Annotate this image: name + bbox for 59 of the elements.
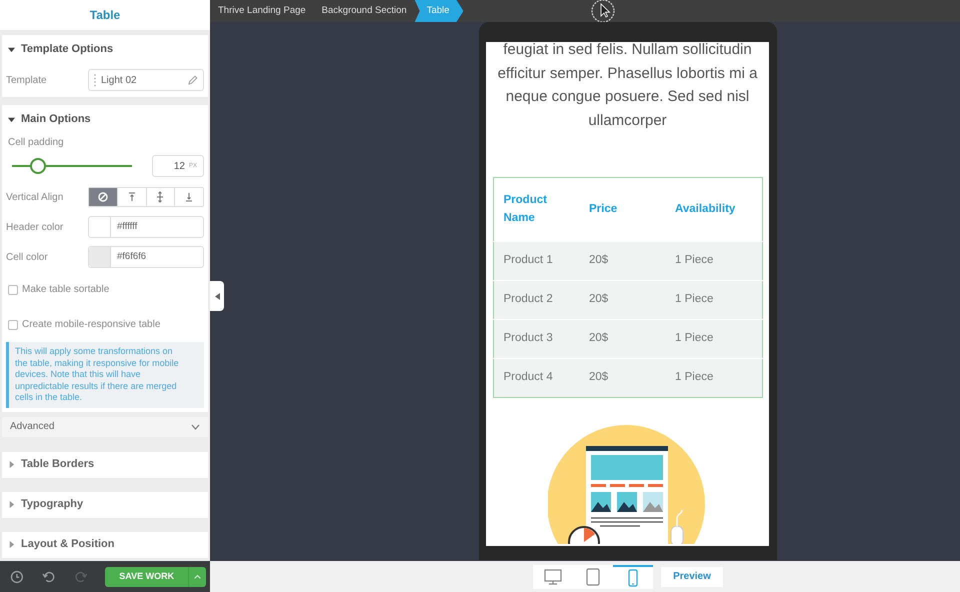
collapse-icon	[214, 292, 220, 300]
device-toggle[interactable]	[533, 564, 573, 588]
desktop-icon	[543, 566, 563, 586]
advanced-toggle[interactable]: Advanced	[2, 416, 208, 436]
table-cell: Product 2	[493, 280, 579, 320]
caret-icon	[8, 541, 15, 548]
caret-icon	[8, 501, 15, 508]
align-option[interactable]	[89, 188, 117, 206]
table-cell: 20$	[579, 358, 665, 398]
align-option[interactable]	[174, 188, 203, 206]
table-cell: Product 4	[493, 358, 579, 398]
checkbox-label[interactable]: Create mobile-responsive table	[22, 317, 160, 332]
caret-icon	[8, 461, 15, 468]
field-label: Template	[6, 74, 48, 88]
table-cell: 1 Piece	[665, 280, 762, 320]
undo-icon[interactable]	[42, 570, 56, 584]
section-header[interactable]: Table Borders	[2, 452, 208, 478]
breadcrumb[interactable]: Background Section	[314, 0, 415, 22]
table-cell: 20$	[579, 280, 665, 320]
chevron-icon	[191, 424, 200, 430]
section-header[interactable]: Template Options	[2, 35, 208, 63]
table-cell: Product 1	[493, 242, 579, 280]
slider-thumb[interactable]	[30, 158, 46, 174]
caret-icon	[8, 116, 15, 122]
no-align-icon	[96, 191, 109, 203]
table-cell: 1 Piece	[665, 358, 762, 398]
device-toggle[interactable]	[613, 564, 653, 588]
breadcrumb[interactable]: Thrive Landing Page	[210, 0, 314, 22]
field-label: Cell color	[6, 250, 49, 264]
pencil-icon[interactable]	[188, 75, 198, 85]
checkbox-label[interactable]: Make table sortable	[22, 282, 110, 297]
checkbox[interactable]	[8, 284, 18, 294]
checkbox[interactable]	[8, 320, 18, 330]
table-cell: Product 3	[493, 320, 579, 358]
color-field[interactable]: #ffffff	[88, 216, 204, 238]
field-label: Cell padding	[8, 137, 64, 148]
vertical-align-control[interactable]	[88, 187, 204, 207]
collapse-handle[interactable]	[210, 281, 224, 311]
color-swatch[interactable]	[89, 247, 111, 267]
table-cell: 1 Piece	[665, 320, 762, 358]
table-cell: 1 Piece	[665, 242, 762, 280]
caret-icon	[8, 46, 15, 52]
column-header: Product Name	[493, 178, 579, 242]
section-header[interactable]: Main Options	[2, 105, 208, 133]
color-field[interactable]: #f6f6f6	[88, 246, 204, 268]
panel-title: Table	[90, 7, 120, 24]
template-field[interactable]: Light 02	[88, 69, 204, 91]
section-header[interactable]: Layout & Position	[2, 532, 208, 558]
drag-handle-icon[interactable]	[93, 73, 97, 87]
field-label: Vertical Align	[6, 190, 64, 204]
paragraph: feugiat in sed felis. Nullam sollicitudin efficitur semper. Phasellus lobortis mi a neque congue posuere. Sed sed nisl ullamcorper	[496, 42, 758, 130]
table-cell: 20$	[579, 320, 665, 358]
table-cell: 20$	[579, 242, 665, 280]
column-header: Availability	[665, 178, 762, 242]
info-note: This will apply some transformations on the table, making it responsive for mobile devices. Note that this will have unpredictable results if there are merged cells in the table.	[6, 342, 204, 408]
history-icon[interactable]	[10, 570, 24, 584]
preview-button[interactable]: Preview	[661, 566, 723, 586]
field-label: Header color	[6, 220, 64, 234]
section-header[interactable]: Typography	[2, 492, 208, 518]
